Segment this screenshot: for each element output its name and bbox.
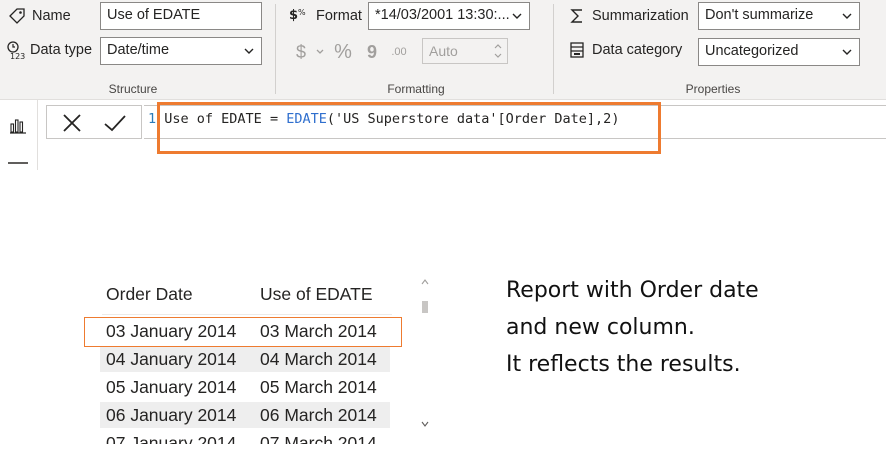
percent-icon[interactable]: % xyxy=(330,40,356,64)
svg-text:%: % xyxy=(298,8,306,17)
structure-group-label: Structure xyxy=(108,82,158,96)
scroll-up-icon[interactable] xyxy=(421,278,429,286)
row-highlight-box xyxy=(84,317,402,347)
decimals-icon[interactable]: .00 xyxy=(386,40,412,64)
decimal-places-input[interactable]: Auto xyxy=(422,38,508,64)
table-cell: 04 March 2014 xyxy=(254,346,390,372)
chevron-down-icon xyxy=(512,13,522,19)
datatype-dropdown[interactable]: Date/time xyxy=(100,37,262,65)
line-number: 1 xyxy=(148,111,157,127)
column-header-use-of-edate[interactable]: Use of EDATE xyxy=(260,284,373,305)
sigma-icon xyxy=(566,6,588,26)
table-cell: 04 January 2014 xyxy=(100,346,254,372)
note-line: and new column. xyxy=(506,315,695,340)
datatype-icon: 123 xyxy=(4,40,26,60)
format-dropdown[interactable]: *14/03/2001 13:30:... xyxy=(368,2,530,30)
formula-commit-buttons xyxy=(46,105,142,139)
scroll-down-icon[interactable] xyxy=(421,420,429,428)
currency-icon[interactable]: $ xyxy=(292,40,310,64)
table-cell: 05 March 2014 xyxy=(260,377,377,397)
group-divider xyxy=(275,4,276,94)
table-cell: 06 March 2014 xyxy=(254,402,390,428)
chevron-down-icon xyxy=(244,48,254,54)
group-divider xyxy=(553,4,554,94)
properties-group-label: Properties xyxy=(685,82,741,96)
cancel-icon[interactable] xyxy=(61,112,83,139)
datatype-label: 123 Data type xyxy=(4,40,92,60)
annotation-note: Report with Order date and new column. I… xyxy=(506,272,759,383)
table-cell: 07 January 2014 xyxy=(106,433,237,444)
report-view-icon[interactable] xyxy=(8,115,28,140)
check-icon[interactable] xyxy=(103,112,127,139)
data-category-icon xyxy=(566,40,588,60)
chevron-down-icon xyxy=(842,13,852,19)
data-category-label: Data category xyxy=(566,40,682,60)
comma-style-icon[interactable]: 9 xyxy=(364,40,380,64)
format-icon: $% xyxy=(288,6,312,26)
name-label: Name xyxy=(6,6,71,26)
ribbon: Name Use of EDATE 123 Data type Date/tim… xyxy=(0,0,886,100)
table-visual[interactable]: Order Date Use of EDATE 03 January 2014 … xyxy=(100,276,432,444)
table-cell: 05 January 2014 xyxy=(106,377,237,397)
name-input[interactable]: Use of EDATE xyxy=(100,2,262,30)
svg-text:123: 123 xyxy=(10,52,25,60)
format-label: $% Format xyxy=(288,6,362,26)
note-line: It reflects the results. xyxy=(506,352,741,377)
scroll-thumb[interactable] xyxy=(422,301,428,313)
table-cell: 06 January 2014 xyxy=(100,402,254,428)
formula-highlight-box xyxy=(157,102,661,154)
data-category-dropdown[interactable]: Uncategorized xyxy=(698,38,860,66)
data-view-icon[interactable] xyxy=(8,162,28,164)
spinner-arrows-icon[interactable] xyxy=(493,42,503,60)
table-cell: 07 March 2014 xyxy=(260,433,377,444)
note-line: Report with Order date xyxy=(506,278,759,303)
view-rail xyxy=(0,100,38,170)
summarization-dropdown[interactable]: Don't summarize xyxy=(698,2,860,30)
formatting-group-label: Formatting xyxy=(387,82,445,96)
chevron-down-icon[interactable] xyxy=(314,44,326,60)
chevron-down-icon xyxy=(842,49,852,55)
tag-icon xyxy=(6,6,28,26)
header-divider xyxy=(102,314,392,315)
column-header-order-date[interactable]: Order Date xyxy=(106,284,193,305)
summarization-label: Summarization xyxy=(566,6,689,26)
svg-text:$: $ xyxy=(289,8,298,23)
